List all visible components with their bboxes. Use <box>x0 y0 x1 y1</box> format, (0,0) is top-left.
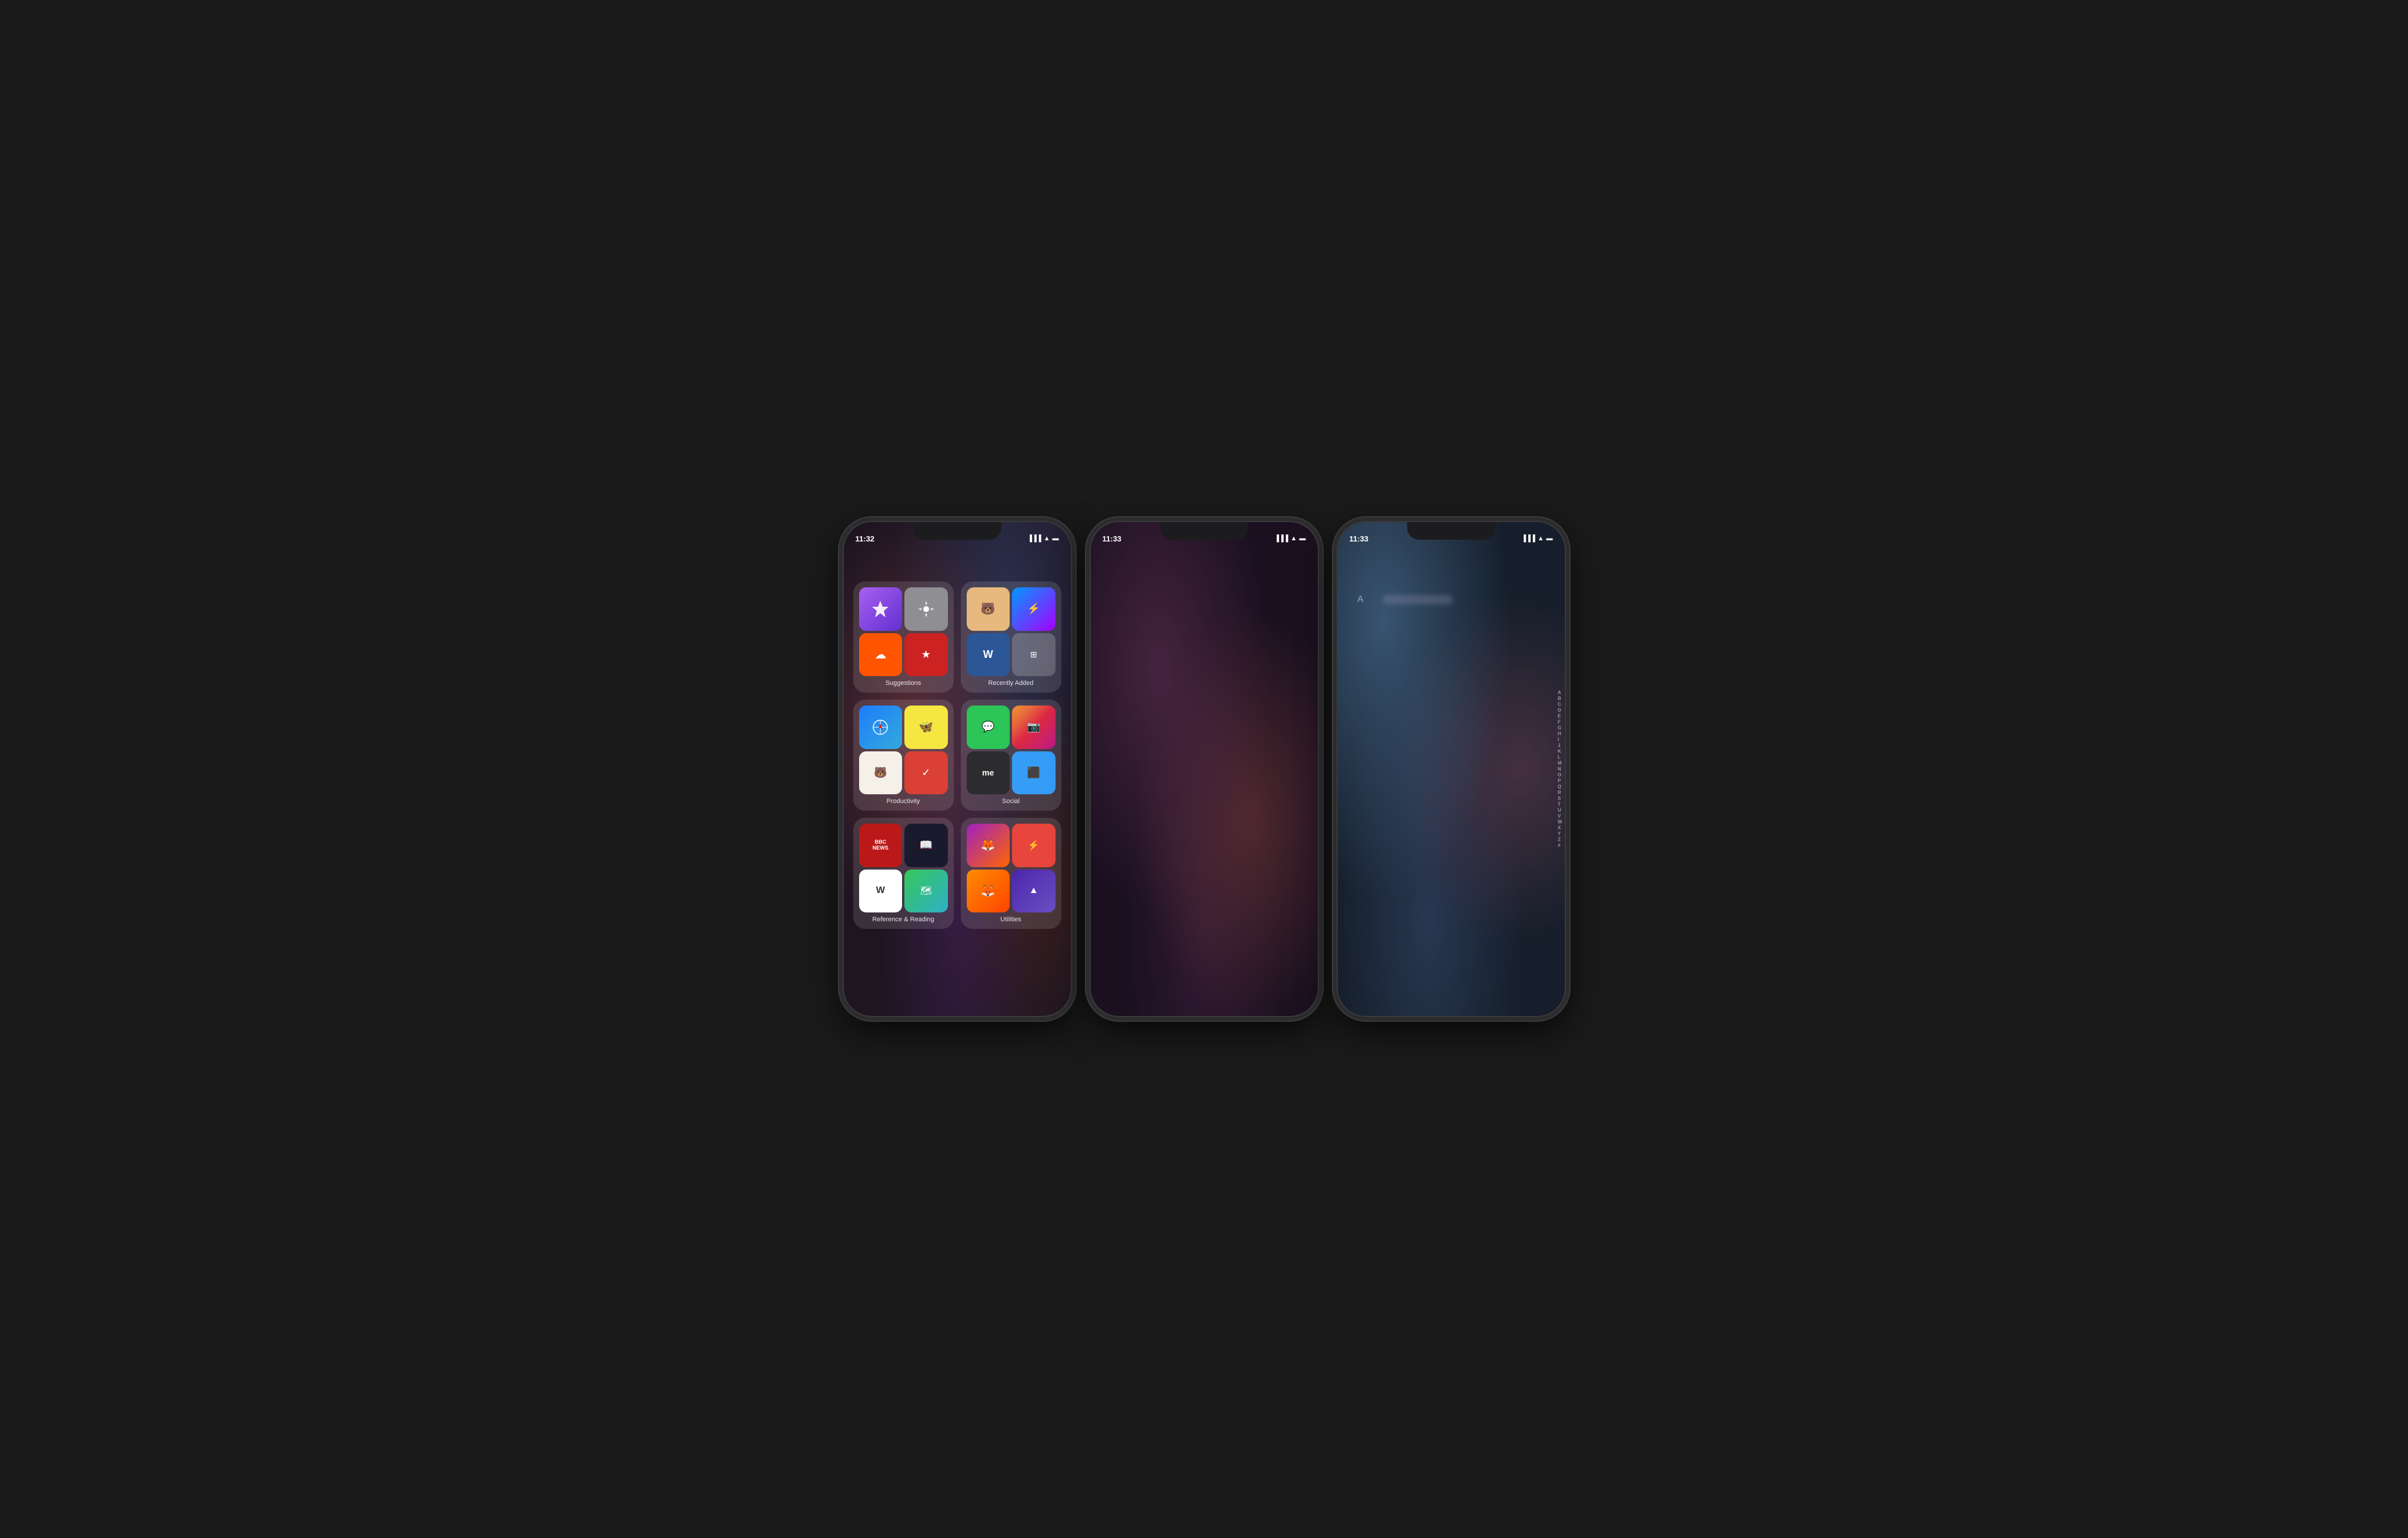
iphone-2: 11:33 ▐▐▐ ▲ ▬ Utilities 1⁴ 1.1.1.1 <box>1090 521 1319 1017</box>
app-multi[interactable]: ⊞ <box>1012 633 1056 677</box>
app-safari[interactable] <box>859 706 903 749</box>
app-todoist[interactable]: ✓ <box>904 751 948 795</box>
signal-icon-3: ▐▐▐ <box>1521 535 1535 542</box>
app-soundcloud[interactable]: ☁ <box>859 633 903 677</box>
app-protonvpn-sm[interactable]: ▲ <box>1012 870 1056 913</box>
folder-label-productivity: Productivity <box>859 798 948 805</box>
folder-label-utilities: Utilities <box>967 916 1056 923</box>
folder-suggestions[interactable]: ☁ ★ Suggestions <box>853 581 954 693</box>
time-3: 11:33 <box>1350 534 1369 543</box>
app-settings[interactable] <box>904 587 948 631</box>
folder-recently-added[interactable]: 🐻 ⚡ W ⊞ Recently Added <box>961 581 1061 693</box>
battery-icon: ▬ <box>1053 535 1059 542</box>
notch-2 <box>1160 522 1248 540</box>
alpha-index[interactable]: A B C D E F G H I J K L M N O P Q R S T … <box>1558 690 1562 848</box>
app-messages[interactable]: 💬 <box>967 706 1010 749</box>
app-instagram[interactable]: 📷 <box>1012 706 1056 749</box>
app-bbc[interactable]: BBCNEWS <box>859 824 903 867</box>
battery-icon-2: ▬ <box>1300 535 1306 542</box>
folder-reference[interactable]: BBCNEWS 📖 W 🗺 Reference & Reading <box>853 818 954 929</box>
folder-label-recently: Recently Added <box>967 680 1056 687</box>
iphone-1: 11:32 ▐▐▐ ▲ ▬ 🔍 App Library <box>843 521 1072 1017</box>
time-2: 11:33 <box>1103 534 1122 543</box>
app-firefox2[interactable]: 🦊 <box>967 870 1010 913</box>
status-icons-1: ▐▐▐ ▲ ▬ <box>1027 535 1058 542</box>
app-reeder[interactable]: ★ <box>904 633 948 677</box>
app-maps[interactable]: 🗺 <box>904 870 948 913</box>
app-memo[interactable]: me <box>967 751 1010 795</box>
signal-icon-2: ▐▐▐ <box>1274 535 1288 542</box>
notch-1 <box>913 522 1001 540</box>
wifi-icon: ▲ <box>1044 535 1050 542</box>
app-wikipedia[interactable]: W <box>859 870 903 913</box>
signal-icon: ▐▐▐ <box>1027 535 1041 542</box>
battery-icon-3: ▬ <box>1547 535 1553 542</box>
app-word[interactable]: W <box>967 633 1010 677</box>
app-bear2[interactable]: 🐻 <box>859 751 903 795</box>
time-1: 11:32 <box>856 534 875 543</box>
folder-social[interactable]: 💬 📷 me ⬛ Social <box>961 700 1061 811</box>
folder-utilities[interactable]: 🦊 ⚡ 🦊 ▲ Utilities <box>961 818 1061 929</box>
status-icons-2: ▐▐▐ ▲ ▬ <box>1274 535 1305 542</box>
app-reeder2[interactable]: ⚡ <box>1012 824 1056 867</box>
app-messenger[interactable]: ⚡ <box>1012 587 1056 631</box>
app-things[interactable]: ⬛ <box>1012 751 1056 795</box>
status-icons-3: ▐▐▐ ▲ ▬ <box>1521 535 1552 542</box>
iphone-3: 11:33 ▐▐▐ ▲ ▬ 🔍 App Library Cancel A <box>1337 521 1566 1017</box>
app-shortcuts[interactable] <box>859 587 903 631</box>
folder-label-reference: Reference & Reading <box>859 916 948 923</box>
folder-label-suggestions: Suggestions <box>859 680 948 687</box>
notch-3 <box>1407 522 1495 540</box>
app-kindle[interactable]: 📖 <box>904 824 948 867</box>
wifi-icon-2: ▲ <box>1291 535 1297 542</box>
folder-productivity[interactable]: 🦋 🐻 ✓ Productivity <box>853 700 954 811</box>
folder-label-social: Social <box>967 798 1056 805</box>
wifi-icon-3: ▲ <box>1538 535 1544 542</box>
list-name-blurred <box>1382 595 1453 604</box>
background-2 <box>1091 522 1318 1016</box>
app-firefox-dark[interactable]: 🦊 <box>967 824 1010 867</box>
app-bear[interactable]: 🐻 <box>967 587 1010 631</box>
app-tes[interactable]: 🦋 <box>904 706 948 749</box>
